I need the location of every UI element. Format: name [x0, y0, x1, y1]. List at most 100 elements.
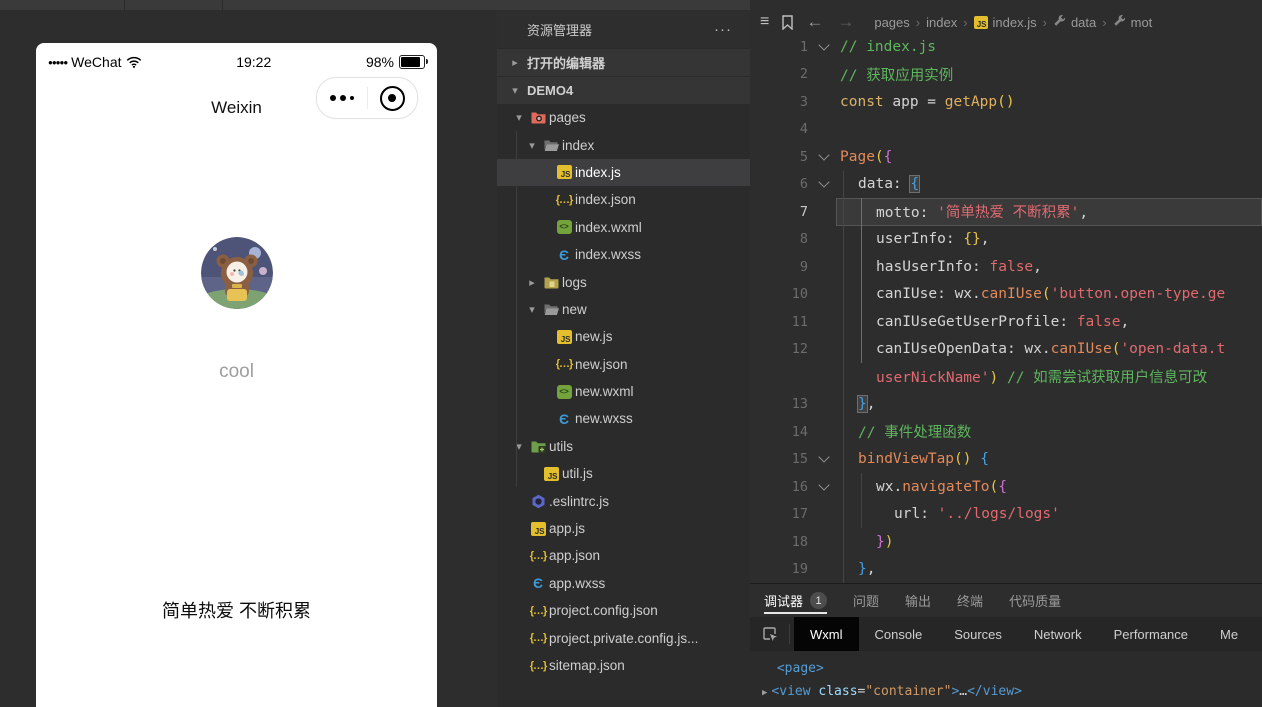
- fold-chevron-icon[interactable]: [808, 45, 840, 49]
- tree-item-app.js[interactable]: JSapp.js: [497, 515, 750, 542]
- token: 'open-data.t: [1120, 341, 1225, 357]
- breadcrumb-item-data[interactable]: data: [1053, 14, 1096, 30]
- devtools-tab-Performance[interactable]: Performance: [1098, 617, 1204, 651]
- code-line-8[interactable]: 8userInfo: {},: [750, 226, 1262, 254]
- code-line-11[interactable]: 11canIUseGetUserProfile: false,: [750, 308, 1262, 336]
- devtools-tab-Sources[interactable]: Sources: [938, 617, 1018, 651]
- debugger-tab-输出[interactable]: 输出: [905, 584, 931, 617]
- line-number[interactable]: 15: [750, 451, 808, 467]
- devtools-tab-Wxml[interactable]: Wxml: [794, 617, 859, 651]
- explorer-section-DEMO4[interactable]: ▾DEMO4: [497, 76, 750, 104]
- tree-item-index.wxss[interactable]: Эindex.wxss: [497, 241, 750, 268]
- code-line-14[interactable]: 14// 事件处理函数: [750, 418, 1262, 446]
- more-button[interactable]: [317, 78, 367, 118]
- code-line-18[interactable]: 18}): [750, 528, 1262, 556]
- code-line-12-wrap[interactable]: userNickName') // 如需尝试获取用户信息可改: [750, 363, 1262, 391]
- devtools-tab-Console[interactable]: Console: [859, 617, 939, 651]
- breadcrumb-item-mot[interactable]: mot: [1113, 14, 1153, 30]
- code-line-4[interactable]: 4: [750, 116, 1262, 144]
- line-number[interactable]: 10: [750, 286, 808, 302]
- user-avatar[interactable]: [201, 237, 273, 309]
- explorer-more-icon[interactable]: ···: [714, 21, 732, 38]
- code-line-19[interactable]: 19},: [750, 556, 1262, 584]
- tree-item-project.config.json[interactable]: {…}project.config.json: [497, 597, 750, 624]
- tree-item-.eslintrc.js[interactable]: .eslintrc.js: [497, 487, 750, 514]
- devtools-tab-Network[interactable]: Network: [1018, 617, 1098, 651]
- expand-node-icon[interactable]: ▶: [762, 688, 767, 698]
- code-line-15[interactable]: 15bindViewTap() {: [750, 446, 1262, 474]
- code-area[interactable]: 1 // index.js 2// 获取应用实例3const app = getAp…: [750, 33, 1262, 583]
- line-number[interactable]: 2: [750, 66, 808, 82]
- code-line-5[interactable]: 5Page({: [750, 143, 1262, 171]
- debugger-tab-调试器[interactable]: 调试器1: [764, 584, 827, 617]
- line-number[interactable]: 3: [750, 94, 808, 110]
- line-number[interactable]: 6: [750, 176, 808, 192]
- tree-item-new[interactable]: ▾new: [497, 296, 750, 323]
- line-number[interactable]: 8: [750, 231, 808, 247]
- fold-chevron-icon[interactable]: [808, 155, 840, 159]
- close-minibar-button[interactable]: [368, 78, 418, 118]
- debugger-tab-代码质量[interactable]: 代码质量: [1009, 584, 1061, 617]
- tree-item-sitemap.json[interactable]: {…}sitemap.json: [497, 652, 750, 679]
- file-label: app.wxss: [549, 576, 605, 591]
- code-line-6[interactable]: 6data: {: [750, 171, 1262, 199]
- fold-chevron-icon[interactable]: [808, 182, 840, 186]
- line-number[interactable]: 12: [750, 341, 808, 357]
- line-number[interactable]: 14: [750, 424, 808, 440]
- tree-item-app.json[interactable]: {…}app.json: [497, 542, 750, 569]
- folder-logs-icon: [540, 274, 562, 290]
- tree-item-pages[interactable]: ▾pages: [497, 104, 750, 131]
- devtools-tab-Me[interactable]: Me: [1204, 617, 1254, 651]
- token: data:: [858, 176, 910, 192]
- tree-item-utils[interactable]: ▾utils: [497, 433, 750, 460]
- code-line-7[interactable]: 7motto: '简单热爱 不断积累',: [750, 198, 1262, 226]
- line-number[interactable]: 9: [750, 259, 808, 275]
- code-line-10[interactable]: 10canIUse: wx.canIUse('button.open-type.…: [750, 281, 1262, 309]
- debugger-tab-问题[interactable]: 问题: [853, 584, 879, 617]
- tree-item-index.js[interactable]: JSindex.js: [497, 159, 750, 186]
- line-number[interactable]: 13: [750, 396, 808, 412]
- tree-item-util.js[interactable]: JSutil.js: [497, 460, 750, 487]
- code-line-13[interactable]: 13},: [750, 391, 1262, 419]
- tree-item-logs[interactable]: ▸logs: [497, 268, 750, 295]
- code-line-1[interactable]: 1 // index.js: [750, 33, 1262, 61]
- line-number[interactable]: 4: [750, 121, 808, 137]
- debugger-tab-终端[interactable]: 终端: [957, 584, 983, 617]
- fold-chevron-icon[interactable]: [808, 457, 840, 461]
- tree-item-app.wxss[interactable]: Эapp.wxss: [497, 570, 750, 597]
- tree-item-index[interactable]: ▾index: [497, 131, 750, 158]
- tree-item-project.private.config.js...[interactable]: {…}project.private.config.js...: [497, 624, 750, 651]
- line-number[interactable]: 11: [750, 314, 808, 330]
- code-line-17[interactable]: 17url: '../logs/logs': [750, 501, 1262, 529]
- inspect-element-icon[interactable]: [762, 626, 779, 643]
- tree-item-index.wxml[interactable]: <>index.wxml: [497, 214, 750, 241]
- line-number[interactable]: 16: [750, 479, 808, 495]
- explorer-section-open-editors[interactable]: ▸打开的编辑器: [497, 48, 750, 76]
- line-number[interactable]: 5: [750, 149, 808, 165]
- line-number[interactable]: 7: [750, 204, 808, 220]
- line-number[interactable]: 18: [750, 534, 808, 550]
- breadcrumb-item-index[interactable]: index: [926, 15, 957, 30]
- token: // index.js: [840, 39, 936, 55]
- code-line-12[interactable]: 12canIUseOpenData: wx.canIUse('open-data…: [750, 336, 1262, 364]
- tree-item-new.wxml[interactable]: <>new.wxml: [497, 378, 750, 405]
- navigate-forward-icon[interactable]: →: [837, 12, 854, 32]
- fold-chevron-icon[interactable]: [808, 485, 840, 489]
- breadcrumb-item-pages[interactable]: pages: [874, 15, 909, 30]
- tree-item-index.json[interactable]: {…}index.json: [497, 186, 750, 213]
- line-number[interactable]: 19: [750, 561, 808, 577]
- navigate-back-icon[interactable]: ←: [806, 12, 823, 32]
- code-line-3[interactable]: 3const app = getApp(): [750, 88, 1262, 116]
- breadcrumb-item-index.js[interactable]: JSindex.js: [974, 15, 1037, 30]
- code-line-2[interactable]: 2// 获取应用实例: [750, 61, 1262, 89]
- tree-item-new.json[interactable]: {…}new.json: [497, 351, 750, 378]
- code-line-16[interactable]: 16wx.navigateTo({: [750, 473, 1262, 501]
- tree-item-new.wxss[interactable]: Эnew.wxss: [497, 405, 750, 432]
- line-number[interactable]: 1: [750, 39, 808, 55]
- line-number[interactable]: 17: [750, 506, 808, 522]
- bookmark-icon[interactable]: [781, 15, 794, 30]
- code-line-9[interactable]: 9hasUserInfo: false,: [750, 253, 1262, 281]
- tree-item-new.js[interactable]: JSnew.js: [497, 323, 750, 350]
- js-file-icon: JS: [540, 466, 562, 482]
- outline-list-icon[interactable]: ≡: [760, 13, 769, 31]
